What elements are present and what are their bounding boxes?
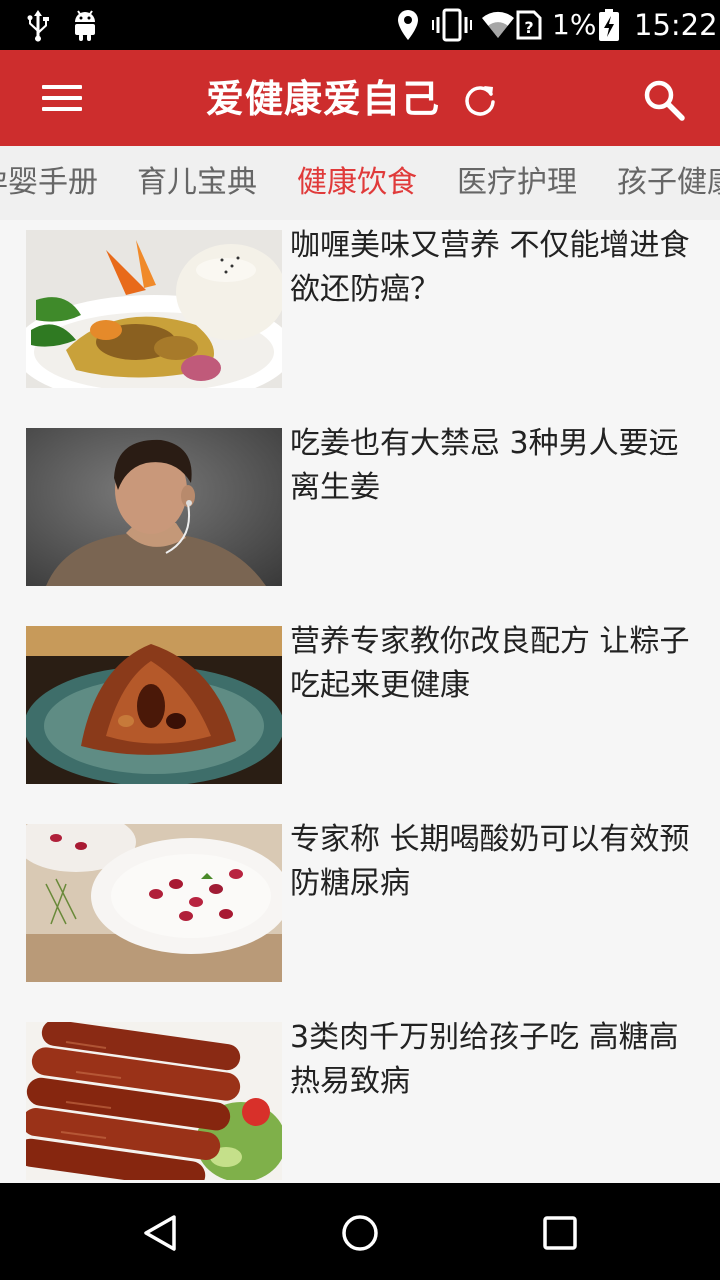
battery-percent: 1%: [552, 8, 597, 41]
article-item[interactable]: 营养专家教你改良配方 让粽子吃起来更健康: [0, 616, 720, 796]
article-title: 3类肉千万别给孩子吃 高糖高热易致病: [290, 1020, 679, 1099]
status-bar: ? 1% 15:22: [0, 0, 720, 50]
article-list: 咖喱美味又营养 不仅能增进食欲还防癌？ 吃姜也有大禁忌 3种男人要远离生姜 营养…: [0, 220, 720, 1183]
back-icon[interactable]: [138, 1211, 182, 1255]
man-with-earphones-photo: [26, 428, 282, 586]
vibrate-icon: [432, 8, 472, 42]
yogurt-berries-photo: [26, 824, 282, 982]
screen: ? 1% 15:22 爱健康爱自己 孕婴手册 育儿宝典 健康饮食 医疗护理 孩子…: [0, 0, 720, 1280]
app-bar: 爱健康爱自己: [0, 50, 720, 146]
clock: 15:22: [634, 8, 718, 42]
android-icon: [70, 8, 100, 42]
wifi-icon: [480, 8, 516, 42]
recents-icon[interactable]: [538, 1211, 582, 1255]
article-title: 专家称 长期喝酸奶可以有效预防糖尿病: [290, 822, 690, 901]
navigation-bar: [0, 1183, 720, 1280]
article-title: 营养专家教你改良配方 让粽子吃起来更健康: [290, 624, 690, 703]
usb-icon: [24, 8, 52, 42]
battery-charging-icon: [596, 8, 622, 42]
sausages-photo: [26, 1022, 282, 1180]
no-sim-icon: ?: [516, 8, 542, 42]
zongzi-photo: [26, 626, 282, 784]
menu-icon[interactable]: [34, 76, 90, 120]
category-tabs: 孕婴手册 育儿宝典 健康饮食 医疗护理 孩子健康: [0, 146, 720, 220]
refresh-icon[interactable]: [460, 80, 500, 120]
tab-medical-care[interactable]: 医疗护理: [457, 146, 577, 220]
tab-child-health[interactable]: 孩子健康: [617, 146, 720, 220]
home-icon[interactable]: [338, 1211, 382, 1255]
article-item[interactable]: 3类肉千万别给孩子吃 高糖高热易致病: [0, 1012, 720, 1183]
article-title: 咖喱美味又营养 不仅能增进食欲还防癌？: [290, 228, 690, 307]
article-item[interactable]: 咖喱美味又营养 不仅能增进食欲还防癌？: [0, 220, 720, 400]
article-title: 吃姜也有大禁忌 3种男人要远离生姜: [290, 426, 679, 505]
article-item[interactable]: 专家称 长期喝酸奶可以有效预防糖尿病: [0, 814, 720, 994]
curry-rice-photo: [26, 230, 282, 388]
article-item[interactable]: 吃姜也有大禁忌 3种男人要远离生姜: [0, 418, 720, 598]
search-icon[interactable]: [640, 76, 688, 124]
app-title: 爱健康爱自己: [206, 77, 441, 121]
tab-parenting[interactable]: 育儿宝典: [137, 146, 257, 220]
svg-text:?: ?: [524, 18, 533, 37]
tab-healthy-diet[interactable]: 健康饮食: [297, 146, 417, 220]
tab-pregnancy-handbook[interactable]: 孕婴手册: [0, 146, 98, 220]
location-icon: [394, 8, 422, 42]
